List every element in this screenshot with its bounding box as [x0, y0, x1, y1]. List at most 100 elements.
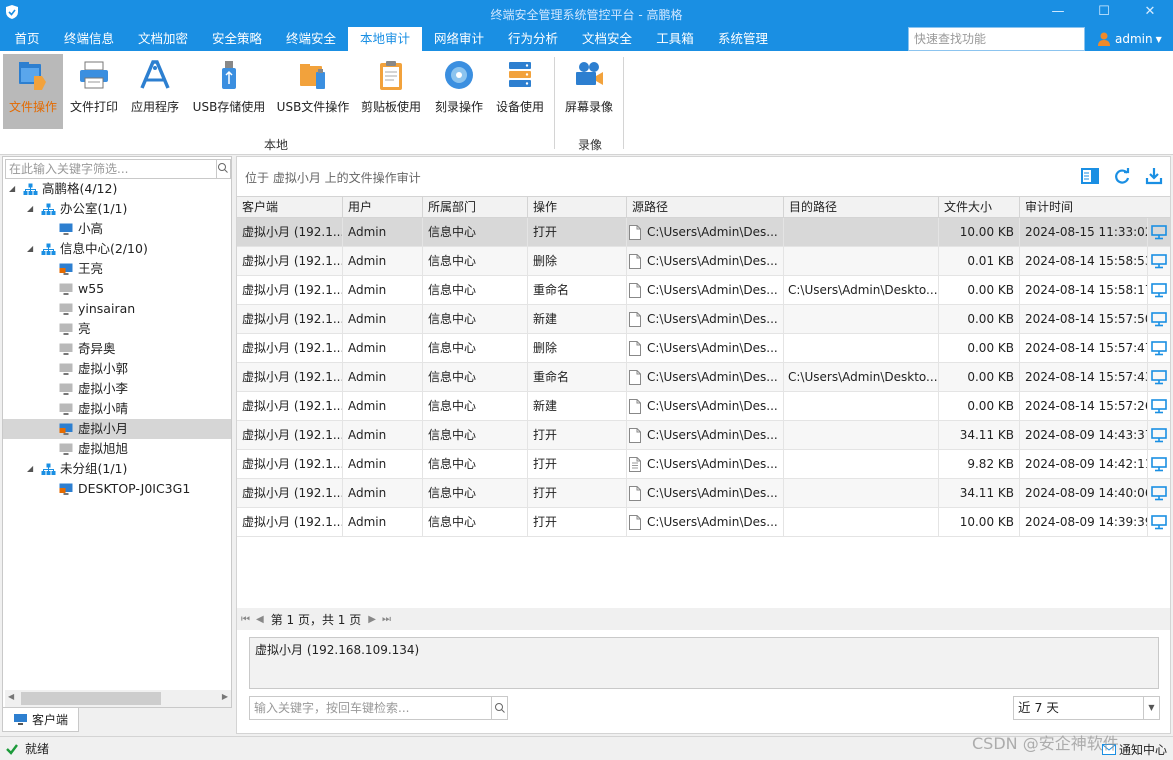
tab-security-policy[interactable]: 安全策略	[200, 27, 274, 51]
monitor-icon[interactable]	[1151, 341, 1167, 356]
tree-client-node[interactable]: 虚拟小月	[3, 419, 231, 439]
keyword-search-input[interactable]: 输入关键字，按回车键检索...	[249, 696, 493, 720]
file-operation-button[interactable]: 文件操作	[3, 54, 63, 129]
table-row[interactable]: 虚拟小月 (192.1... Admin 信息中心 打开 C:\Users\Admin\…	[237, 479, 1170, 508]
expand-arrow-icon[interactable]: ◢	[27, 199, 37, 219]
tab-terminal-security[interactable]: 终端安全	[274, 27, 348, 51]
column-header-audit-time[interactable]: 审计时间	[1020, 197, 1148, 217]
table-row[interactable]: 虚拟小月 (192.1... Admin 信息中心 新建 C:\Users\Admin\…	[237, 305, 1170, 334]
next-page-icon[interactable]: ▶	[368, 614, 376, 625]
tree-horizontal-scrollbar[interactable]: ◀ ▶	[5, 690, 231, 707]
keyword-search-button[interactable]	[491, 696, 508, 720]
device-usage-button[interactable]: 设备使用	[492, 54, 548, 129]
table-row[interactable]: 虚拟小月 (192.1... Admin 信息中心 删除 C:\Users\Admin\…	[237, 247, 1170, 276]
tab-home[interactable]: 首页	[2, 27, 52, 51]
column-layout-button[interactable]	[1080, 166, 1100, 186]
file-print-button[interactable]: 文件打印	[64, 54, 124, 129]
expand-arrow-icon[interactable]: ◢	[27, 459, 37, 479]
cell-action[interactable]	[1148, 218, 1170, 247]
monitor-icon[interactable]	[1151, 399, 1167, 414]
minimize-button[interactable]: —	[1035, 0, 1081, 22]
tree-client-node[interactable]: 王亮	[3, 259, 231, 279]
monitor-icon[interactable]	[1151, 457, 1167, 472]
tree-client-node[interactable]: 小高	[3, 219, 231, 239]
column-header-user[interactable]: 用户	[343, 197, 423, 217]
usb-file-operation-button[interactable]: USB文件操作	[274, 54, 352, 129]
monitor-icon[interactable]	[1151, 254, 1167, 269]
cell-action[interactable]	[1148, 392, 1170, 421]
column-header-file-size[interactable]: 文件大小	[939, 197, 1020, 217]
tree-client-node[interactable]: 虚拟小晴	[3, 399, 231, 419]
table-row[interactable]: 虚拟小月 (192.1... Admin 信息中心 重命名 C:\Users\Admin…	[237, 276, 1170, 305]
tab-toolbox[interactable]: 工具箱	[644, 27, 706, 51]
cell-action[interactable]	[1148, 334, 1170, 363]
tree-client-node[interactable]: 虚拟小李	[3, 379, 231, 399]
monitor-icon[interactable]	[1151, 312, 1167, 327]
column-header-operation[interactable]: 操作	[528, 197, 627, 217]
monitor-icon[interactable]	[1151, 515, 1167, 530]
cell-action[interactable]	[1148, 363, 1170, 392]
column-header-target-path[interactable]: 目的路径	[784, 197, 939, 217]
table-row[interactable]: 虚拟小月 (192.1... Admin 信息中心 打开 C:\Users\Admin\…	[237, 508, 1170, 537]
prev-page-icon[interactable]: ◀	[256, 614, 264, 625]
cell-action[interactable]	[1148, 421, 1170, 450]
tree-group-node[interactable]: ◢ 办公室(1/1)	[3, 199, 231, 219]
period-select[interactable]: 近 7 天 ▼	[1013, 696, 1160, 720]
usb-storage-button[interactable]: USB存储使用	[189, 54, 269, 129]
monitor-icon[interactable]	[1151, 428, 1167, 443]
tree-client-node[interactable]: 奇异奥	[3, 339, 231, 359]
scrollbar-thumb[interactable]	[21, 692, 161, 705]
tree-group-node[interactable]: ◢ 未分组(1/1)	[3, 459, 231, 479]
export-button[interactable]	[1144, 166, 1164, 186]
close-button[interactable]: ✕	[1127, 0, 1173, 22]
tree-client-node[interactable]: DESKTOP-J0IC3G1	[3, 479, 231, 499]
tree-client-node[interactable]: 亮	[3, 319, 231, 339]
cell-action[interactable]	[1148, 276, 1170, 305]
monitor-icon[interactable]	[1151, 283, 1167, 298]
column-header-client[interactable]: 客户端	[237, 197, 343, 217]
application-button[interactable]: 应用程序	[126, 54, 184, 129]
cell-action[interactable]	[1148, 508, 1170, 537]
tree-client-node[interactable]: w55	[3, 279, 231, 299]
column-header-department[interactable]: 所属部门	[423, 197, 528, 217]
table-row[interactable]: 虚拟小月 (192.1... Admin 信息中心 重命名 C:\Users\Admin…	[237, 363, 1170, 392]
table-row[interactable]: 虚拟小月 (192.1... Admin 信息中心 打开 C:\Users\Admin\…	[237, 421, 1170, 450]
cell-action[interactable]	[1148, 479, 1170, 508]
table-row[interactable]: 虚拟小月 (192.1... Admin 信息中心 删除 C:\Users\Admin\…	[237, 334, 1170, 363]
table-row[interactable]: 虚拟小月 (192.1... Admin 信息中心 新建 C:\Users\Admin\…	[237, 392, 1170, 421]
user-menu[interactable]: admin ▼	[1097, 27, 1162, 51]
tab-network-audit[interactable]: 网络审计	[422, 27, 496, 51]
scroll-left-icon[interactable]: ◀	[8, 692, 14, 701]
burn-operation-button[interactable]: 刻录操作	[431, 54, 487, 129]
tab-system-management[interactable]: 系统管理	[706, 27, 780, 51]
quick-search-input[interactable]: 快速查找功能	[908, 27, 1085, 51]
tab-behavior-analysis[interactable]: 行为分析	[496, 27, 570, 51]
tree-group-node[interactable]: ◢ 信息中心(2/10)	[3, 239, 231, 259]
expand-arrow-icon[interactable]: ◢	[9, 179, 19, 199]
scroll-right-icon[interactable]: ▶	[222, 692, 228, 701]
last-page-icon[interactable]: ⏭	[382, 614, 391, 625]
expand-arrow-icon[interactable]: ◢	[27, 239, 37, 259]
cell-action[interactable]	[1148, 450, 1170, 479]
tree-filter-input[interactable]: 在此输入关键字筛选...	[5, 159, 217, 179]
tree-filter-button[interactable]	[217, 159, 231, 179]
tab-terminal-info[interactable]: 终端信息	[52, 27, 126, 51]
cell-action[interactable]	[1148, 247, 1170, 276]
tab-local-audit[interactable]: 本地审计	[348, 27, 422, 51]
table-row[interactable]: 虚拟小月 (192.1... Admin 信息中心 打开 C:\Users\Admin\…	[237, 450, 1170, 479]
tree-client-node[interactable]: 虚拟小郭	[3, 359, 231, 379]
tree-client-node[interactable]: 虚拟旭旭	[3, 439, 231, 459]
clipboard-button[interactable]: 剪贴板使用	[358, 54, 424, 129]
column-header-source-path[interactable]: 源路径	[627, 197, 784, 217]
tab-doc-encrypt[interactable]: 文档加密	[126, 27, 200, 51]
cell-action[interactable]	[1148, 305, 1170, 334]
maximize-button[interactable]: ☐	[1081, 0, 1127, 22]
table-row[interactable]: 虚拟小月 (192.1... Admin 信息中心 打开 C:\Users\Admin\…	[237, 218, 1170, 247]
tree-client-node[interactable]: yinsairan	[3, 299, 231, 319]
tab-doc-security[interactable]: 文档安全	[570, 27, 644, 51]
monitor-icon[interactable]	[1151, 370, 1167, 385]
screen-recording-button[interactable]: 屏幕录像	[560, 54, 618, 129]
monitor-icon[interactable]	[1151, 486, 1167, 501]
chevron-down-icon[interactable]: ▼	[1143, 697, 1159, 719]
monitor-icon[interactable]	[1151, 225, 1167, 240]
